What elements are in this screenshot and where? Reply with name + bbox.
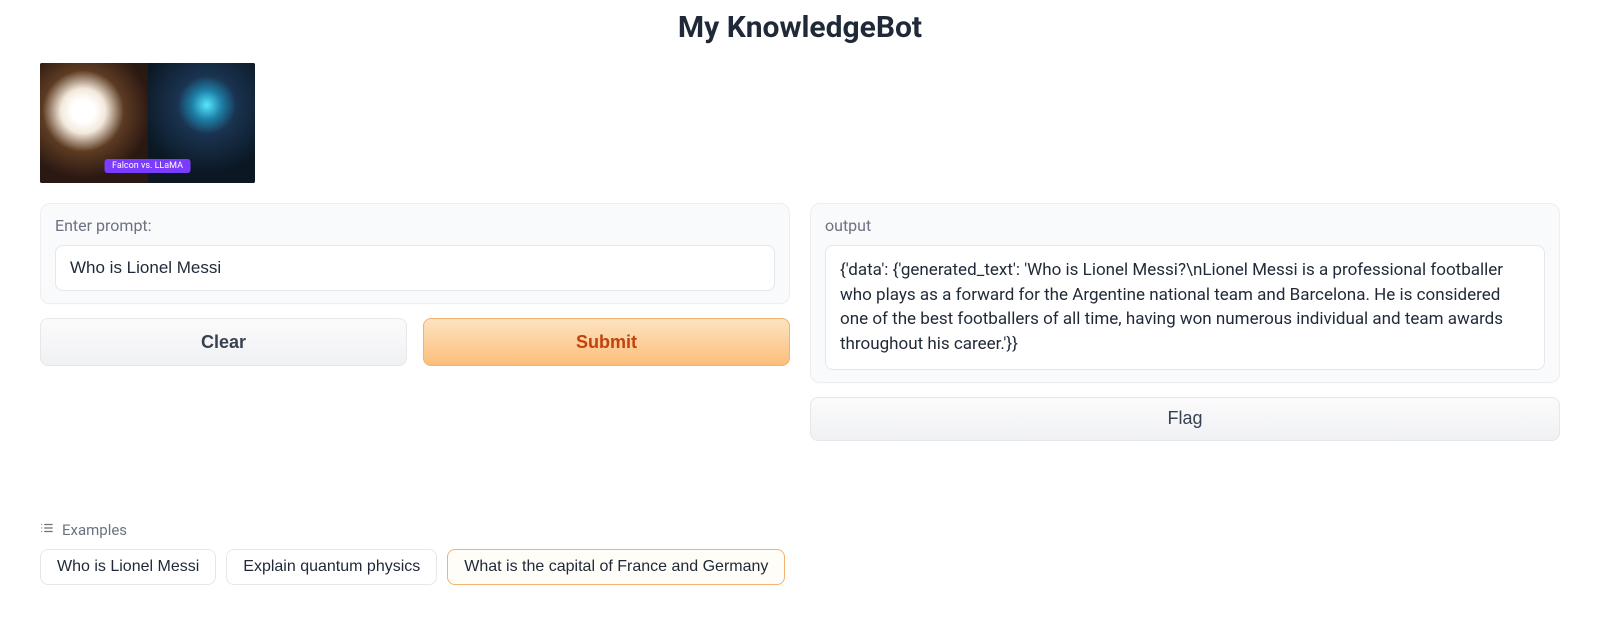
header-image-badge: Falcon vs. LLaMA [104, 159, 191, 173]
examples-section: Examples Who is Lionel Messi Explain quan… [40, 521, 1560, 585]
prompt-label: Enter prompt: [55, 216, 775, 235]
output-text: {'data': {'generated_text': 'Who is Lion… [825, 245, 1545, 370]
example-chip-2[interactable]: What is the capital of France and German… [447, 549, 785, 585]
clear-button[interactable]: Clear [40, 318, 407, 366]
examples-row: Who is Lionel Messi Explain quantum physi… [40, 549, 1560, 585]
main-columns: Enter prompt: Clear Submit output {'data… [40, 203, 1560, 441]
examples-label: Examples [62, 521, 127, 539]
output-panel: output {'data': {'generated_text': 'Who … [810, 203, 1560, 383]
example-chip-1[interactable]: Explain quantum physics [226, 549, 437, 585]
prompt-input[interactable] [55, 245, 775, 291]
list-icon [40, 521, 54, 539]
left-column: Enter prompt: Clear Submit [40, 203, 790, 366]
example-chip-0[interactable]: Who is Lionel Messi [40, 549, 216, 585]
page-title: My KnowledgeBot [40, 0, 1560, 63]
header-image: Falcon vs. LLaMA [40, 63, 255, 183]
right-column: output {'data': {'generated_text': 'Who … [810, 203, 1560, 441]
output-label: output [825, 216, 1545, 235]
examples-header: Examples [40, 521, 1560, 539]
flag-button[interactable]: Flag [810, 397, 1560, 441]
submit-button[interactable]: Submit [423, 318, 790, 366]
button-row: Clear Submit [40, 318, 790, 366]
input-panel: Enter prompt: [40, 203, 790, 304]
